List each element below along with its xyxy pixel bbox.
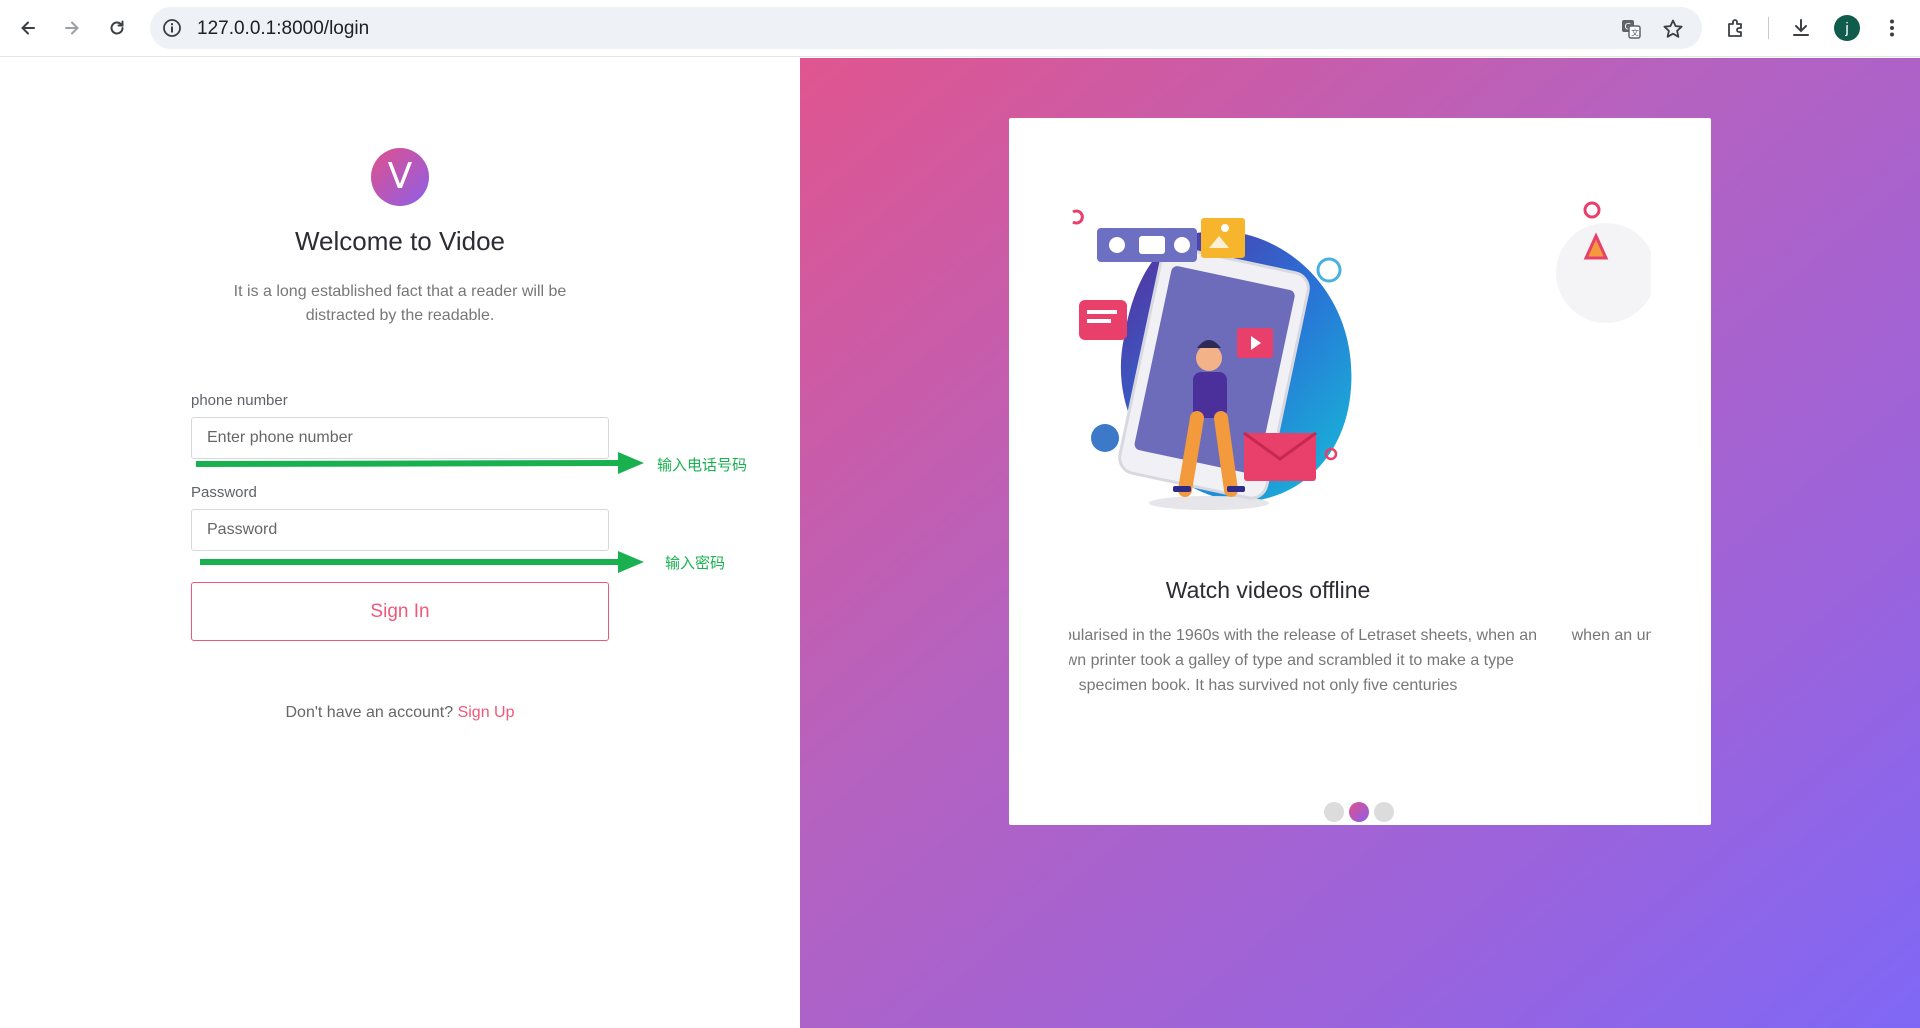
password-label: Password bbox=[191, 484, 257, 501]
password-annotation-arrow bbox=[200, 551, 644, 573]
password-input[interactable] bbox=[191, 509, 609, 551]
svg-text:文: 文 bbox=[1631, 28, 1639, 38]
logo-letter: V bbox=[387, 156, 413, 197]
carousel-dot[interactable] bbox=[1374, 802, 1394, 822]
slide-text: It was popularised in the 1960s with the… bbox=[1069, 627, 1538, 694]
sign-up-link[interactable]: Sign Up bbox=[458, 704, 515, 721]
page-title: Welcome to Vidoe bbox=[294, 226, 506, 256]
bookmark-star-icon[interactable] bbox=[1660, 16, 1686, 42]
profile-avatar[interactable]: j bbox=[1834, 15, 1860, 41]
slide-title: Do bbox=[1546, 577, 1651, 604]
back-arrow-icon bbox=[21, 21, 35, 35]
download-icon[interactable] bbox=[1785, 12, 1817, 44]
sign-in-button[interactable]: Sign In bbox=[191, 582, 609, 641]
signup-prompt-text: Don't have an account? bbox=[285, 704, 454, 721]
carousel-slide: Watch videos offline It was popularised … bbox=[1069, 118, 1548, 718]
phone-label: phone number bbox=[191, 392, 288, 409]
login-panel: V Welcome to Vidoe It is a long establis… bbox=[0, 58, 800, 1028]
phone-annotation-arrow bbox=[195, 452, 644, 474]
carousel-slide: Do when an unknown printer took a galley… bbox=[1546, 118, 1651, 718]
password-annotation-text: 输入密码 bbox=[665, 554, 726, 572]
browser-toolbar: 127.0.0.1:8000/login G文 j bbox=[0, 0, 1920, 57]
watch-videos-illustration bbox=[1072, 209, 1352, 510]
signup-prompt: Don't have an account? Sign Up bbox=[200, 704, 600, 722]
address-bar[interactable]: 127.0.0.1:8000/login G文 bbox=[150, 7, 1702, 49]
app-logo: V bbox=[371, 148, 429, 206]
promo-panel: Watch videos offline It was popularised … bbox=[800, 58, 1920, 1028]
tagline: It is a long established fact that a rea… bbox=[233, 283, 567, 324]
url-text[interactable]: 127.0.0.1:8000/login bbox=[197, 18, 369, 40]
carousel-dot[interactable] bbox=[1324, 802, 1344, 822]
carousel-viewport: Watch videos offline It was popularised … bbox=[1069, 118, 1651, 825]
slide-title: Watch videos offline bbox=[1165, 577, 1371, 603]
carousel-dot-active[interactable] bbox=[1349, 802, 1369, 822]
extensions-icon[interactable] bbox=[1720, 12, 1752, 44]
carousel-card: Watch videos offline It was popularised … bbox=[1009, 118, 1711, 825]
menu-kebab-icon[interactable] bbox=[1876, 12, 1908, 44]
slide-text: when an unknown printer took a galley of… bbox=[1571, 627, 1651, 644]
back-button[interactable] bbox=[12, 12, 44, 44]
download-illustration bbox=[1556, 201, 1651, 323]
phone-annotation-text: 输入电话号码 bbox=[657, 456, 748, 474]
site-info-icon[interactable] bbox=[160, 16, 184, 40]
forward-arrow-icon bbox=[65, 21, 79, 35]
reload-button[interactable] bbox=[101, 12, 133, 44]
reload-icon bbox=[110, 20, 124, 35]
toolbar-divider bbox=[1768, 17, 1769, 39]
forward-button[interactable] bbox=[56, 12, 88, 44]
translate-icon[interactable]: G文 bbox=[1618, 16, 1644, 42]
